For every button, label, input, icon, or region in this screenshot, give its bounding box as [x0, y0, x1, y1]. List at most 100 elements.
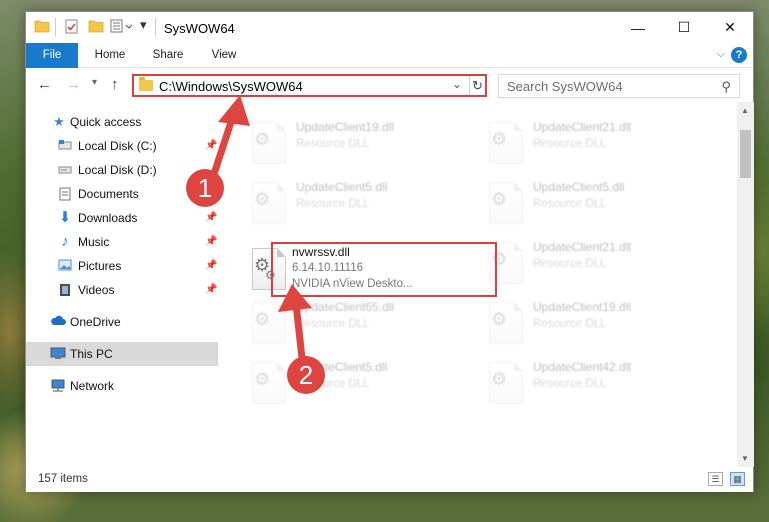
- file-item[interactable]: ⚙ UpdateClient5.dll Resource DLL: [483, 176, 703, 230]
- sidebar-item-local-disk-c[interactable]: Local Disk (C:) 📌: [26, 134, 218, 158]
- folder-icon: [34, 19, 50, 36]
- network-icon: [50, 379, 65, 393]
- quick-access-dropdown-icon[interactable]: ▾: [140, 17, 147, 33]
- gear-icon: ⚙: [491, 369, 508, 389]
- gear-icon: ⚙: [491, 129, 508, 149]
- pictures-icon: [58, 259, 72, 273]
- file-type: Resource DLL: [296, 138, 370, 150]
- gear-icon: ⚙: [254, 309, 271, 329]
- pin-icon[interactable]: 📌: [205, 260, 217, 271]
- sidebar-item-videos[interactable]: Videos 📌: [26, 278, 218, 302]
- gear-icon: ⚙: [491, 189, 508, 209]
- search-box[interactable]: ⚲: [498, 74, 740, 98]
- file-type: Resource DLL: [296, 198, 370, 210]
- drive-icon: [58, 139, 72, 153]
- chevron-down-icon[interactable]: ⌄: [452, 77, 462, 91]
- sidebar-item-label: Local Disk (C:): [78, 139, 157, 153]
- sidebar-item-label: Quick access: [70, 115, 142, 129]
- file-item[interactable]: ⚙ UpdateClient42.dll Resource DLL: [483, 356, 703, 410]
- up-arrow-icon[interactable]: ↑: [111, 76, 119, 93]
- sidebar-item-network[interactable]: Network: [26, 374, 218, 398]
- file-type: Resource DLL: [533, 378, 607, 390]
- gear-icon: ⚙: [254, 189, 271, 209]
- new-folder-icon[interactable]: [88, 19, 104, 36]
- help-button[interactable]: ?: [731, 47, 747, 63]
- gear-icon: ⚙: [254, 129, 271, 149]
- file-type: Resource DLL: [533, 138, 607, 150]
- file-item[interactable]: ⚙ UpdateClient19.dll Resource DLL: [483, 296, 703, 350]
- pin-icon[interactable]: 📌: [205, 236, 217, 247]
- sidebar-item-quick-access[interactable]: ★ Quick access: [26, 110, 218, 134]
- scroll-up-icon[interactable]: ▲: [741, 106, 749, 115]
- scroll-down-icon[interactable]: ▼: [741, 454, 749, 463]
- properties-icon[interactable]: [64, 19, 79, 37]
- status-bar: 157 items ☰ ▦: [26, 467, 753, 492]
- star-icon: ★: [53, 114, 65, 129]
- folder-icon: [139, 77, 153, 91]
- file-item[interactable]: ⚙ UpdateClient65.dll Resource DLL: [246, 296, 466, 350]
- file-item[interactable]: ⚙ UpdateClient5.dll Resource DLL: [246, 176, 466, 230]
- file-name: UpdateClient21.dll: [533, 120, 632, 134]
- file-name: UpdateClient19.dll: [296, 120, 395, 134]
- file-list: ⚙ UpdateClient19.dll Resource DLL ⚙ Upda…: [218, 102, 737, 467]
- search-icon[interactable]: ⚲: [721, 79, 731, 95]
- pin-icon[interactable]: 📌: [205, 284, 217, 295]
- sidebar-item-label: Videos: [78, 283, 115, 297]
- videos-icon: [58, 283, 72, 297]
- vertical-scrollbar[interactable]: ▲ ▼: [737, 102, 754, 467]
- address-bar[interactable]: C:\Windows\SysWOW64 ⌄ ↻: [132, 74, 487, 97]
- file-type: Resource DLL: [533, 198, 607, 210]
- scrollbar-thumb[interactable]: [740, 130, 751, 178]
- forward-arrow-icon[interactable]: →: [66, 76, 81, 93]
- pin-icon[interactable]: 📌: [205, 212, 217, 223]
- tab-home[interactable]: Home: [84, 43, 136, 68]
- sidebar-item-music[interactable]: ♪ Music 📌: [26, 230, 218, 254]
- sidebar-item-label: This PC: [70, 347, 113, 361]
- sidebar-item-label: Network: [70, 379, 115, 393]
- cloud-icon: [50, 315, 66, 329]
- drive-icon: [58, 163, 72, 177]
- tab-view[interactable]: View: [198, 43, 250, 68]
- close-button[interactable]: ✕: [707, 12, 753, 43]
- tiles-view-icon[interactable]: ▦: [730, 472, 745, 486]
- tab-share[interactable]: Share: [142, 43, 194, 68]
- file-item[interactable]: ⚙ UpdateClient5.dll Resource DLL: [246, 356, 466, 410]
- sidebar-item-this-pc[interactable]: This PC: [26, 342, 218, 366]
- minimize-button[interactable]: —: [615, 12, 661, 43]
- sidebar-item-label: Downloads: [78, 211, 138, 225]
- file-name: UpdateClient5.dll: [296, 180, 388, 194]
- sidebar-item-label: OneDrive: [70, 315, 121, 329]
- details-view-icon[interactable]: ☰: [708, 472, 723, 486]
- file-item[interactable]: ⚙ UpdateClient21.dll Resource DLL: [483, 116, 703, 170]
- documents-icon: [58, 187, 72, 201]
- file-item[interactable]: ⚙ UpdateClient19.dll Resource DLL: [246, 116, 466, 170]
- sidebar-item-onedrive[interactable]: OneDrive: [26, 310, 218, 334]
- recent-locations-icon[interactable]: ▾: [92, 77, 97, 88]
- refresh-icon[interactable]: ↻: [469, 76, 485, 95]
- search-input[interactable]: [507, 79, 707, 94]
- maximize-button[interactable]: ☐: [661, 12, 707, 43]
- highlight-box: [271, 242, 497, 297]
- file-explorer-window: ▾ SysWOW64 — ☐ ✕ File Home Share View ⌵ …: [25, 11, 754, 492]
- sidebar-item-pictures[interactable]: Pictures 📌: [26, 254, 218, 278]
- customize-toolbar-icon[interactable]: [110, 19, 134, 36]
- title-bar: ▾ SysWOW64 — ☐ ✕: [26, 12, 753, 43]
- file-item[interactable]: ⚙ UpdateClient21.dll Resource DLL: [483, 236, 703, 290]
- pin-icon[interactable]: 📌: [205, 140, 217, 151]
- file-name: UpdateClient5.dll: [533, 180, 625, 194]
- gear-icon: ⚙: [254, 369, 271, 389]
- sidebar-item-label: Music: [78, 235, 110, 249]
- file-type: Resource DLL: [533, 318, 607, 330]
- back-arrow-icon[interactable]: ←: [37, 76, 52, 93]
- address-path[interactable]: C:\Windows\SysWOW64: [159, 79, 303, 94]
- sidebar-item-downloads[interactable]: ⬇ Downloads 📌: [26, 206, 218, 230]
- tab-file[interactable]: File: [26, 43, 78, 68]
- item-count: 157 items: [38, 473, 88, 485]
- computer-icon: [50, 347, 66, 361]
- chevron-down-icon[interactable]: ⌵: [717, 48, 725, 61]
- window-title: SysWOW64: [164, 21, 235, 36]
- file-type: Resource DLL: [533, 258, 607, 270]
- ribbon-tabs: File Home Share View ⌵ ?: [26, 43, 753, 68]
- downloads-icon: ⬇: [58, 209, 72, 226]
- file-type: Resource DLL: [296, 318, 370, 330]
